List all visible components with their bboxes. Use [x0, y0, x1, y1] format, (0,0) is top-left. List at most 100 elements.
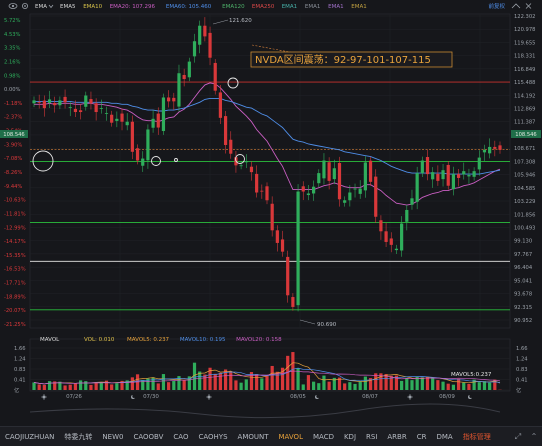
volume-tick-label: 亿 [14, 386, 19, 394]
volume-bar [95, 382, 98, 390]
volume-bar [271, 366, 274, 390]
ema-legend-item[interactable]: EMA5 [60, 4, 76, 10]
tab-macd[interactable]: MACD [308, 433, 339, 441]
volume-bar [203, 375, 206, 390]
candle-body [395, 249, 398, 250]
candle-body [89, 99, 92, 103]
candle-body [390, 238, 393, 244]
candle-body [214, 63, 217, 91]
volume-bar [183, 380, 186, 390]
low-label: 90.690 [317, 322, 337, 328]
tab-new0[interactable]: NEW0 [97, 433, 128, 441]
volume-bar [89, 385, 92, 390]
price-tick-label: 118.331 [514, 54, 535, 60]
chart-canvas[interactable]: EMA EMA5 EMA10 EMA20: 107.296 EMA60: 105.46… [0, 0, 542, 426]
candle-body [157, 114, 160, 128]
tab-caojiuzhuan[interactable]: CAOJIUZHUAN [0, 433, 59, 441]
ema-legend-item[interactable]: EMA1 [282, 4, 297, 10]
price-tick-label: 100.493 [514, 225, 535, 231]
candle-body [38, 102, 41, 103]
candle-body [359, 189, 362, 194]
volume-title[interactable]: MAVOL [40, 337, 60, 343]
ema-legend-item[interactable]: EMA1 [305, 4, 320, 10]
tab-dma[interactable]: DMA [431, 433, 457, 441]
chevron-up-icon[interactable]: ⌃ [526, 431, 542, 443]
pct-tick-label: 2.16% [4, 59, 21, 65]
volume-tick-label: 0.83 [516, 367, 528, 373]
price-tick-label: 92.315 [514, 305, 532, 311]
candle-body [188, 62, 191, 78]
volume-bar [452, 385, 455, 390]
annotation-box[interactable]: NVDA区间震荡：92-97-101-107-115 [251, 52, 452, 67]
tab-指标管理[interactable]: 指标管理 [458, 432, 496, 442]
tab-amount[interactable]: AMOUNT [233, 433, 274, 441]
candle-body [255, 174, 258, 193]
tab-特委九转[interactable]: 特委九转 [59, 432, 97, 442]
x-date-label: 08/07 [362, 394, 378, 400]
tab-cao[interactable]: CAO [168, 433, 193, 441]
ema-legend-item[interactable]: EMA120 [222, 4, 245, 10]
pct-tick-label: -12.99% [4, 225, 26, 231]
volume-bar [457, 379, 460, 390]
tab-caoobv[interactable]: CAOOBV [128, 433, 168, 441]
volume-bar [348, 382, 351, 390]
candle-body [374, 177, 377, 217]
ema-legend-item[interactable]: EMA10 [83, 4, 102, 10]
volume-bar [410, 380, 413, 390]
volume-bar [214, 374, 217, 390]
candle-body [245, 161, 248, 162]
volume-tick-label: 亿 [516, 386, 521, 394]
candle-body [126, 122, 129, 125]
ema-legend-item[interactable]: EMA1 [328, 4, 343, 10]
tab-cr[interactable]: CR [412, 433, 432, 441]
main-indicator-label[interactable]: EMA [35, 4, 47, 10]
volume-bar [467, 384, 470, 390]
tab-mavol[interactable]: MAVOL [274, 433, 308, 441]
candle-body [364, 162, 367, 190]
price-tick-label: 96.404 [514, 265, 533, 271]
candle-body [488, 147, 491, 153]
candle-body [317, 173, 320, 183]
ema-legend-item[interactable]: EMA60: 105.460 [166, 4, 212, 10]
candle-body [483, 150, 486, 153]
expand-icon[interactable]: ⤢ [510, 431, 526, 443]
tab-arbr[interactable]: ARBR [382, 433, 411, 441]
candle-body [136, 148, 139, 160]
volume-bar [441, 382, 444, 390]
tab-caohys[interactable]: CAOHYS [193, 433, 232, 441]
annotation-text: NVDA区间震荡：92-97-101-107-115 [255, 53, 431, 66]
candle-body [348, 193, 351, 201]
volume-tick-label: 0.41 [516, 378, 528, 384]
candle-body [291, 297, 294, 307]
tab-kdj[interactable]: KDJ [339, 433, 361, 441]
volume-bar [198, 372, 201, 390]
candle-body [260, 191, 263, 192]
pct-tick-label: 3.35% [4, 46, 21, 52]
volume-bar [74, 383, 77, 390]
x-date-label: 08/05 [290, 394, 306, 400]
ema-legend-item[interactable]: EMA20: 107.296 [110, 4, 156, 10]
candle-body [369, 161, 372, 182]
candle-body [302, 186, 305, 191]
price-tick-label: 103.229 [514, 199, 535, 205]
volume-bar [43, 385, 46, 390]
candle-body [498, 145, 501, 149]
candle-body [53, 103, 56, 105]
price-tick-label: 99.130 [514, 239, 532, 245]
candle-body [115, 119, 118, 121]
pct-tick-label: -8.26% [4, 170, 22, 176]
candle-body [151, 119, 154, 128]
candle-body [105, 113, 108, 114]
candle-body [478, 158, 481, 170]
restore-adjust-button[interactable]: 前复权 [488, 2, 505, 10]
pct-tick-label: -9.44% [4, 184, 22, 190]
ema-legend-item[interactable]: EMA250 [252, 4, 275, 10]
tab-rsi[interactable]: RSI [361, 433, 382, 441]
price-tick-label: 104.585 [514, 186, 535, 192]
candle-body [462, 171, 465, 174]
volume-bar [48, 381, 51, 390]
candle-body [416, 173, 419, 202]
ema-legend-item[interactable]: EMA1 [351, 4, 366, 10]
candle-body [63, 97, 66, 102]
candle-body [240, 165, 243, 166]
